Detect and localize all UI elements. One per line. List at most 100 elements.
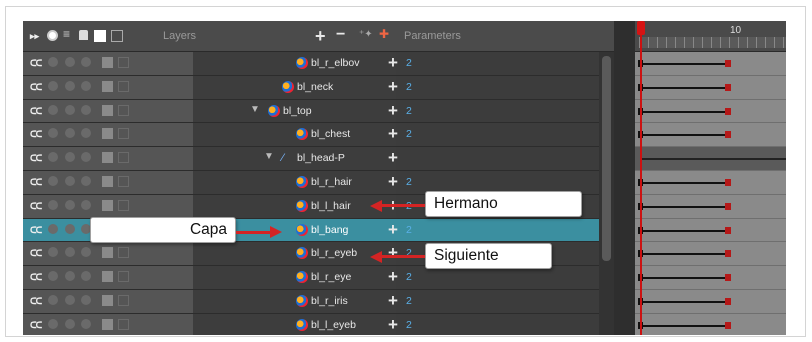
parameter-value[interactable]: 2 xyxy=(406,271,412,283)
layer-row[interactable]: ᑕᑕ ▼ bl_top +2 xyxy=(23,100,599,124)
enable-toggle-icon[interactable] xyxy=(48,128,58,139)
layer-name[interactable]: bl_l_hair xyxy=(311,200,351,212)
stack-toggle-icon[interactable] xyxy=(65,247,75,258)
animate-toggle-icon[interactable]: ᑕᑕ xyxy=(30,320,42,330)
layer-row[interactable]: ᑕᑕ bl_chest +2 xyxy=(23,123,599,148)
keyframe-end[interactable] xyxy=(725,250,731,258)
layer-color-swatch[interactable] xyxy=(102,57,113,68)
thumbnail-toggle-icon[interactable] xyxy=(118,176,129,187)
layer-name[interactable]: bl_r_iris xyxy=(311,295,348,307)
enable-toggle-icon[interactable] xyxy=(48,295,58,305)
animate-toggle-icon[interactable]: ᑕᑕ xyxy=(30,82,42,92)
layer-name[interactable]: bl_r_eyeb xyxy=(311,247,357,259)
thumbnail-toggle-icon[interactable] xyxy=(118,80,129,92)
animate-toggle-icon[interactable]: ᑕᑕ xyxy=(30,58,42,68)
animate-toggle-icon[interactable]: ᑕᑕ xyxy=(30,225,42,235)
layer-color-swatch[interactable] xyxy=(102,318,113,330)
thumbnail-toggle-icon[interactable] xyxy=(118,128,129,140)
layer-color-swatch[interactable] xyxy=(102,152,113,164)
layer-name[interactable]: bl_r_eye xyxy=(311,271,351,283)
keyframe-end[interactable] xyxy=(725,274,731,282)
lock-toggle-icon[interactable] xyxy=(81,176,91,186)
stack-toggle-icon[interactable] xyxy=(65,176,75,186)
add-layer-plus-icon[interactable]: + xyxy=(388,77,398,97)
layer-name[interactable]: bl_head-P xyxy=(297,152,345,164)
layer-color-swatch[interactable] xyxy=(102,104,113,116)
timeline-row[interactable] xyxy=(635,242,786,267)
keyframe-end[interactable] xyxy=(725,107,731,115)
stack-toggle-icon[interactable] xyxy=(65,223,75,234)
enable-toggle-icon[interactable] xyxy=(48,271,58,282)
expand-icon[interactable]: ▼ xyxy=(264,151,274,162)
animate-toggle-icon[interactable]: ᑕᑕ xyxy=(30,201,42,211)
playhead-handle[interactable] xyxy=(637,21,645,35)
enable-toggle-icon[interactable] xyxy=(48,57,58,67)
animate-toggle-icon[interactable]: ᑕᑕ xyxy=(30,177,42,187)
layer-name[interactable]: bl_bang xyxy=(311,224,348,236)
add-layer-button[interactable]: + xyxy=(315,27,326,45)
layer-color-swatch[interactable] xyxy=(102,80,113,92)
keyframe-end[interactable] xyxy=(725,298,731,305)
timeline-row[interactable] xyxy=(635,52,786,76)
layer-name[interactable]: bl_chest xyxy=(311,128,350,140)
thumbnail-toggle-icon[interactable] xyxy=(118,247,129,259)
layer-color-swatch[interactable] xyxy=(102,199,113,211)
lock-toggle-icon[interactable] xyxy=(81,80,91,91)
thumbnail-toggle-icon[interactable] xyxy=(118,271,129,283)
timeline-row[interactable] xyxy=(635,76,786,100)
layer-color-swatch[interactable] xyxy=(102,271,113,283)
parameter-value[interactable]: 2 xyxy=(406,57,412,69)
layer-color-swatch[interactable] xyxy=(102,176,113,187)
stack-toggle-icon[interactable] xyxy=(65,104,75,115)
expand-icon[interactable]: ▼ xyxy=(250,104,260,115)
layer-row[interactable]: ᑕᑕ bl_r_eye +2 xyxy=(23,266,599,290)
timeline-row[interactable] xyxy=(635,219,786,243)
enable-toggle-icon[interactable] xyxy=(48,247,58,258)
stack-toggle-icon[interactable] xyxy=(65,318,75,329)
lock-toggle-icon[interactable] xyxy=(81,57,91,67)
keyframe-end[interactable] xyxy=(725,179,731,186)
animate-toggle-icon[interactable]: ᑕᑕ xyxy=(30,296,42,306)
thumbnail-toggle-icon[interactable] xyxy=(118,295,129,306)
timeline-row[interactable] xyxy=(635,171,786,195)
enable-toggle-icon[interactable] xyxy=(48,152,58,163)
layer-color-swatch[interactable] xyxy=(102,247,113,259)
lock-toggle-icon[interactable] xyxy=(81,318,91,329)
lock-toggle-icon[interactable] xyxy=(81,104,91,115)
add-layer-plus-icon[interactable]: + xyxy=(388,124,398,144)
enable-toggle-icon[interactable] xyxy=(48,176,58,186)
parameter-value[interactable]: 2 xyxy=(406,295,412,307)
keyframe-end[interactable] xyxy=(725,226,731,234)
lock-toggle-icon[interactable] xyxy=(81,128,91,139)
color-swatch-icon[interactable] xyxy=(94,30,106,42)
parameter-value[interactable]: 2 xyxy=(406,105,412,117)
enable-toggle-icon[interactable] xyxy=(48,223,58,234)
lock-toggle-icon[interactable] xyxy=(81,152,91,163)
stack-toggle-icon[interactable] xyxy=(65,271,75,282)
keyframe-end[interactable] xyxy=(725,321,731,329)
timeline-row[interactable] xyxy=(635,314,786,335)
keyframe-end[interactable] xyxy=(725,131,731,139)
add-peg-icon[interactable]: ⁺✦ xyxy=(359,29,373,41)
enable-toggle-icon[interactable] xyxy=(48,104,58,115)
timeline-row[interactable] xyxy=(635,123,786,148)
animate-toggle-icon[interactable]: ᑕᑕ xyxy=(30,153,42,163)
add-layer-plus-icon[interactable]: + xyxy=(388,315,398,335)
timeline-row[interactable] xyxy=(635,195,786,219)
add-drawing-icon[interactable]: ✚ xyxy=(379,27,389,41)
stack-icon[interactable]: ≡ xyxy=(63,27,70,41)
motion-icon[interactable]: ▸▸ xyxy=(30,31,39,43)
scrollbar-thumb[interactable] xyxy=(602,56,611,261)
parameter-value[interactable]: 2 xyxy=(406,224,412,236)
animate-toggle-icon[interactable]: ᑕᑕ xyxy=(30,272,42,282)
layer-name[interactable]: bl_neck xyxy=(297,81,333,93)
layer-name[interactable]: bl_top xyxy=(283,105,312,117)
add-layer-plus-icon[interactable]: + xyxy=(388,291,398,311)
add-layer-plus-icon[interactable]: + xyxy=(388,101,398,121)
stack-toggle-icon[interactable] xyxy=(65,152,75,163)
parameter-value[interactable]: 2 xyxy=(406,81,412,93)
stack-toggle-icon[interactable] xyxy=(65,80,75,91)
enable-toggle-icon[interactable] xyxy=(48,318,58,329)
layer-row[interactable]: ᑕᑕ ▼ ⁄ bl_head-P + xyxy=(23,147,599,171)
lock-toggle-icon[interactable] xyxy=(81,271,91,282)
